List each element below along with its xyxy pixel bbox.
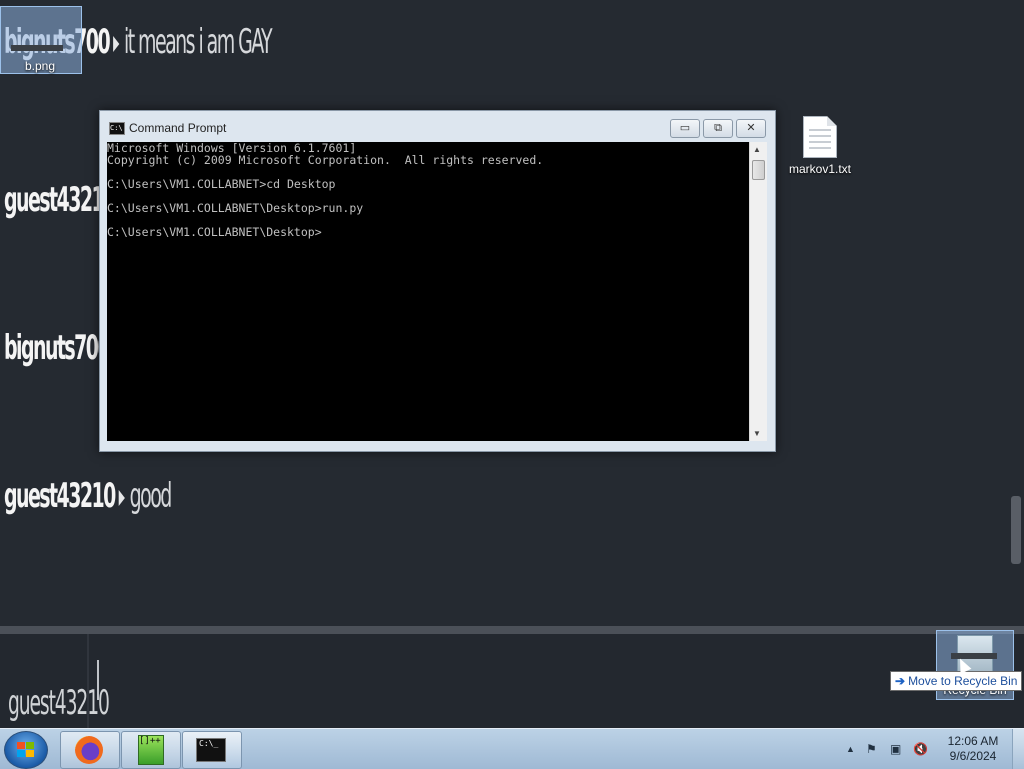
clock-time: 12:06 AM (947, 734, 999, 748)
desktop-icon-markov1-txt[interactable]: markov1.txt (780, 116, 860, 176)
image-icon (11, 45, 63, 51)
desktop-icon-label: b.png (24, 59, 56, 73)
cmd-app-icon: C:\ (109, 122, 125, 135)
wallpaper-scrollbar (1011, 496, 1021, 564)
cmd-window[interactable]: C:\ Command Prompt ▭ ⧉ ✕ Microsoft Windo… (99, 110, 776, 452)
windows-logo-icon (17, 742, 35, 758)
wallpaper-text-cursor (97, 660, 99, 700)
taskbar-item-firefox[interactable] (60, 731, 120, 769)
chat-username: guest43210 (4, 476, 116, 516)
window-title: Command Prompt (129, 121, 227, 135)
move-arrow-icon: ➔ (895, 674, 906, 688)
cmd-icon: C:\_ (196, 738, 226, 762)
action-center-flag-icon[interactable]: ⚑ (866, 742, 877, 756)
tray-expand-icon[interactable]: ▲ (846, 744, 855, 754)
chat-arrow-icon (118, 489, 125, 506)
wallpaper-input-area (0, 634, 1024, 728)
console-line: Copyright (c) 2009 Microsoft Corporation… (107, 153, 544, 167)
network-icon[interactable]: ▣ (890, 742, 901, 756)
scroll-thumb[interactable] (752, 160, 765, 180)
maximize-button[interactable]: ⧉ (703, 119, 733, 138)
console-line: C:\Users\VM1.COLLABNET>cd Desktop (107, 177, 336, 191)
chat-arrow-icon (112, 35, 120, 52)
show-desktop-button[interactable] (1012, 729, 1024, 769)
system-clock[interactable]: 12:06 AM 9/6/2024 (940, 734, 1006, 764)
drag-tooltip-text: Move to Recycle Bin (908, 674, 1018, 688)
desktop-icon-label: markov1.txt (788, 162, 851, 176)
notepadpp-icon: []++ (138, 735, 164, 765)
chat-line: guest43210 good (4, 476, 173, 516)
text-file-icon (803, 116, 837, 158)
cmd-titlebar[interactable]: C:\ Command Prompt ▭ ⧉ ✕ (100, 111, 775, 141)
wallpaper-input-username: guest43210 (8, 683, 110, 723)
chat-message: good (129, 476, 173, 516)
taskbar: []++ C:\_ ▲ ⚑ ▣ 🔇 12:06 AM 9/6/2024 (0, 728, 1024, 769)
start-button[interactable] (4, 731, 48, 769)
console-line: C:\Users\VM1.COLLABNET\Desktop> (107, 225, 322, 239)
clock-date: 9/6/2024 (949, 749, 997, 763)
firefox-icon (75, 736, 103, 764)
taskbar-item-cmd[interactable]: C:\_ (182, 731, 242, 769)
console-line: C:\Users\VM1.COLLABNET\Desktop>run.py (107, 201, 364, 215)
volume-muted-icon[interactable]: 🔇 (913, 742, 928, 756)
scroll-down-icon[interactable]: ▼ (753, 429, 761, 438)
chat-message: it means i am GAY (123, 22, 273, 62)
desktop-icon-b-png[interactable]: b.png (0, 6, 82, 74)
chat-username: bignuts700 (4, 328, 111, 368)
drag-tooltip: ➔ Move to Recycle Bin (890, 671, 1023, 691)
minimize-button[interactable]: ▭ (670, 119, 700, 138)
console-output[interactable]: Microsoft Windows [Version 6.1.7601] Cop… (107, 142, 749, 441)
scroll-up-icon[interactable]: ▲ (753, 145, 761, 154)
wallpaper-divider (0, 626, 1024, 634)
taskbar-item-notepadpp[interactable]: []++ (121, 731, 181, 769)
close-button[interactable]: ✕ (736, 119, 766, 138)
drag-ghost-icon (951, 653, 997, 659)
console-scrollbar[interactable]: ▲ ▼ (749, 142, 767, 441)
